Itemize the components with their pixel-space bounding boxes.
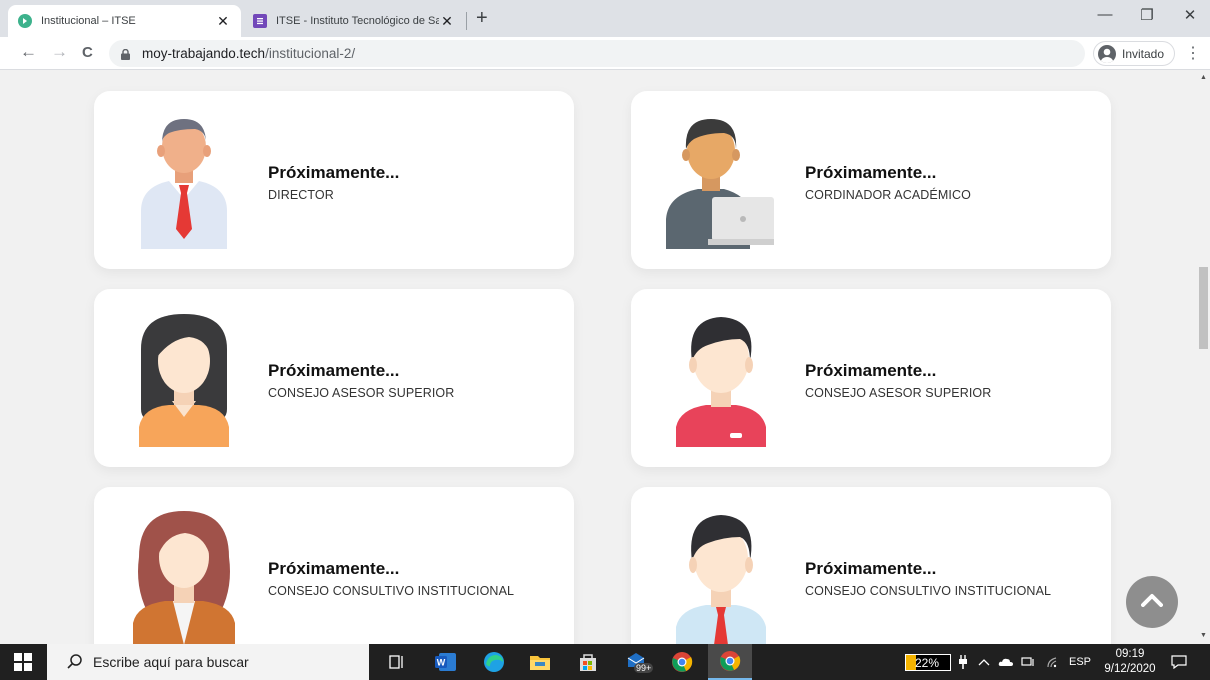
profile-button[interactable]: Invitado: [1093, 41, 1175, 66]
close-window-button[interactable]: ✕: [1175, 6, 1205, 24]
address-bar[interactable]: moy-trabajando.tech/institucional-2/: [109, 40, 1085, 67]
onedrive-icon[interactable]: [998, 644, 1014, 680]
woman-dark-hair-icon: [129, 309, 239, 447]
man-tie-icon: [129, 111, 239, 249]
browser-toolbar: ← → C moy-trabajando.tech/institucional-…: [0, 37, 1210, 70]
scroll-up-arrow-icon[interactable]: ▲: [1200, 74, 1207, 81]
lock-icon: [121, 48, 130, 60]
chevron-up-icon: [1141, 593, 1163, 612]
card-role: CONSEJO ASESOR SUPERIOR: [268, 386, 455, 400]
network-icon[interactable]: [1021, 644, 1035, 680]
chevron-up-tray-icon[interactable]: [978, 644, 990, 680]
staff-card: Próximamente... DIRECTOR: [94, 91, 574, 269]
card-name: Próximamente...: [805, 361, 937, 380]
woman-brown-hair-icon: [129, 507, 239, 644]
windows-start-icon[interactable]: [14, 653, 32, 671]
battery-percent: 22%: [915, 655, 940, 670]
tab-separator: [466, 12, 467, 30]
search-placeholder: Escribe aquí para buscar: [93, 654, 249, 670]
card-name: Próximamente...: [268, 163, 400, 182]
man-laptop-icon: [666, 111, 776, 249]
taskbar-search-box[interactable]: Escribe aquí para buscar: [47, 644, 369, 680]
guest-avatar-icon: [1098, 44, 1116, 63]
language-indicator[interactable]: ESP: [1069, 644, 1091, 680]
page-content: Próximamente... DIRECTOR Próximamente...…: [0, 71, 1197, 644]
file-explorer-icon[interactable]: [528, 651, 552, 673]
task-view-icon[interactable]: [385, 651, 409, 673]
card-role: CORDINADOR ACADÉMICO: [805, 188, 971, 202]
tab-itse-forms[interactable]: ITSE - Instituto Tecnológico de Sa ✕: [243, 5, 465, 37]
staff-card: Próximamente... CONSEJO ASESOR SUPERIOR: [94, 289, 574, 467]
power-plug-icon: [958, 644, 968, 680]
card-name: Próximamente...: [805, 559, 937, 578]
staff-card: Próximamente... CONSEJO ASESOR SUPERIOR: [631, 289, 1111, 467]
man-blue-shirt-icon: [666, 507, 776, 644]
windows-taskbar: Escribe aquí para buscar W 99+ 22% ESP 0…: [0, 644, 1210, 680]
wifi-icon[interactable]: [1046, 644, 1060, 680]
reload-button[interactable]: C: [82, 44, 93, 61]
card-role: CONSEJO CONSULTIVO INSTITUCIONAL: [268, 584, 515, 598]
mail-icon[interactable]: 99+: [622, 651, 656, 673]
staff-card: Próximamente... CONSEJO CONSULTIVO INSTI…: [631, 487, 1111, 644]
tab-close-icon[interactable]: ✕: [439, 13, 455, 30]
clock-time: 09:19: [1115, 648, 1145, 660]
forward-button[interactable]: →: [51, 42, 68, 62]
tab-institucional[interactable]: Institucional – ITSE ✕: [8, 5, 241, 37]
system-clock[interactable]: 09:19 9/12/2020: [1100, 647, 1160, 677]
browser-tab-strip: Institucional – ITSE ✕ ITSE - Instituto …: [0, 0, 1210, 37]
card-name: Próximamente...: [805, 163, 937, 182]
url-path: /institucional-2/: [265, 46, 356, 61]
page-scrollbar[interactable]: ▲ ▼: [1197, 71, 1210, 644]
back-to-top-button[interactable]: [1126, 576, 1178, 628]
card-name: Próximamente...: [268, 559, 400, 578]
forms-favicon-icon: [253, 14, 267, 28]
url-host: moy-trabajando.tech: [142, 46, 266, 61]
man-red-shirt-icon: [666, 309, 776, 447]
card-role: DIRECTOR: [268, 188, 334, 202]
chrome-active-icon[interactable]: [708, 644, 752, 680]
restore-button[interactable]: ❐: [1132, 6, 1162, 24]
new-tab-button[interactable]: +: [476, 7, 488, 30]
scroll-down-arrow-icon[interactable]: ▼: [1200, 632, 1207, 639]
staff-card: Próximamente... CORDINADOR ACADÉMICO: [631, 91, 1111, 269]
staff-card: Próximamente... CONSEJO CONSULTIVO INSTI…: [94, 487, 574, 644]
svg-text:W: W: [437, 658, 446, 668]
minimize-button[interactable]: —: [1090, 6, 1120, 23]
tab-title: ITSE - Instituto Tecnológico de Sa: [276, 15, 439, 27]
chrome-icon[interactable]: [670, 651, 694, 673]
mail-badge: 99+: [634, 663, 654, 673]
search-icon: [67, 653, 83, 672]
tab-title: Institucional – ITSE: [41, 15, 136, 27]
site-favicon-icon: [18, 14, 32, 28]
notifications-icon[interactable]: [1171, 644, 1187, 680]
card-name: Próximamente...: [268, 361, 400, 380]
card-role: CONSEJO ASESOR SUPERIOR: [805, 386, 992, 400]
clock-date: 9/12/2020: [1104, 663, 1156, 675]
battery-indicator[interactable]: 22%: [905, 654, 951, 671]
store-icon[interactable]: [576, 651, 600, 673]
tab-close-icon[interactable]: ✕: [215, 13, 231, 30]
browser-menu-icon[interactable]: ⋮: [1185, 43, 1201, 63]
profile-label: Invitado: [1122, 46, 1165, 61]
back-button[interactable]: ←: [20, 42, 37, 62]
edge-icon[interactable]: [482, 651, 506, 673]
card-role: CONSEJO CONSULTIVO INSTITUCIONAL: [805, 584, 1052, 598]
scrollbar-thumb[interactable]: [1199, 267, 1208, 349]
word-icon[interactable]: W: [434, 651, 458, 673]
